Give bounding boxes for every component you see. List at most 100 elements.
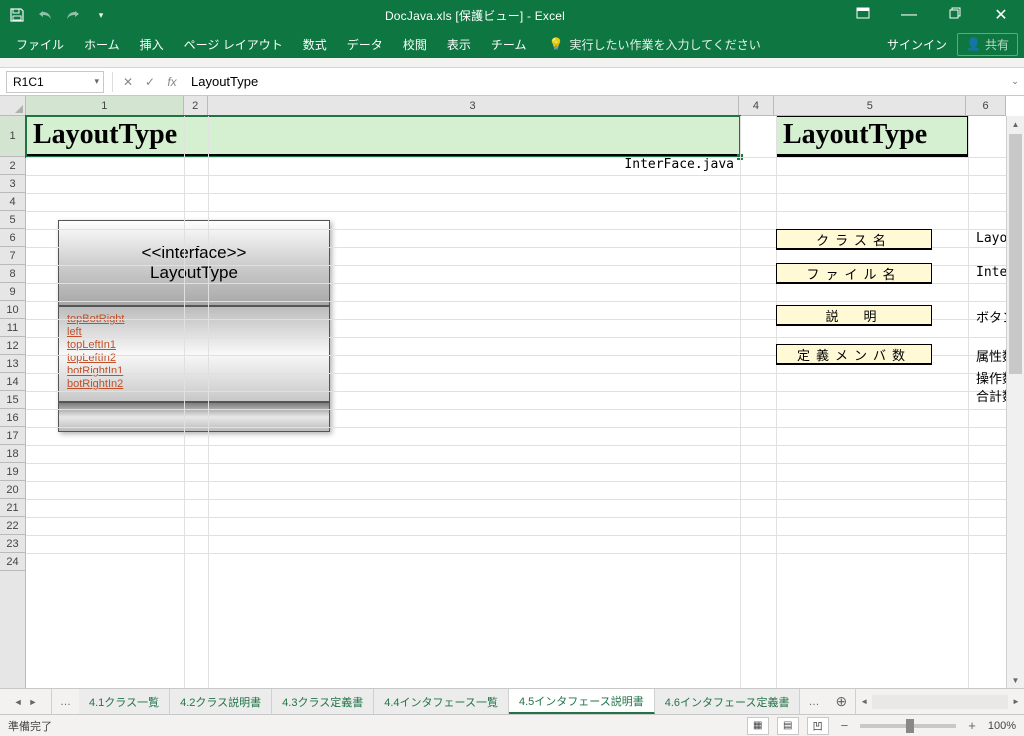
tell-me-search[interactable]: 💡 実行したい作業を入力してください bbox=[548, 36, 760, 53]
row-header[interactable]: 7 bbox=[0, 247, 25, 265]
zoom-slider[interactable] bbox=[860, 724, 956, 728]
formula-input[interactable] bbox=[183, 71, 1006, 93]
row-header[interactable]: 13 bbox=[0, 355, 25, 373]
row-header[interactable]: 5 bbox=[0, 211, 25, 229]
save-icon[interactable] bbox=[8, 6, 26, 24]
horizontal-scrollbar[interactable]: ◄ ► bbox=[855, 689, 1024, 714]
normal-view-button[interactable]: ▦ bbox=[747, 717, 769, 735]
row-header[interactable]: 19 bbox=[0, 463, 25, 481]
qat-customize-icon[interactable]: ▾ bbox=[92, 6, 110, 24]
sheet-tab[interactable]: 4.2クラス説明書 bbox=[170, 689, 272, 714]
label-box[interactable]: クラス名 bbox=[776, 229, 932, 250]
column-header[interactable]: 3 bbox=[208, 96, 739, 115]
label-box[interactable]: ファイル名 bbox=[776, 263, 932, 284]
redo-icon[interactable] bbox=[64, 6, 82, 24]
sheet-nav-prev-icon[interactable]: ◄ bbox=[14, 697, 23, 707]
sheet-nav-next-icon[interactable]: ► bbox=[29, 697, 38, 707]
ribbon-tab-view[interactable]: 表示 bbox=[437, 30, 481, 58]
sheet-tab-overflow-right[interactable]: … bbox=[800, 689, 827, 714]
row-header[interactable]: 23 bbox=[0, 535, 25, 553]
ribbon-tab-pagelayout[interactable]: ページ レイアウト bbox=[174, 30, 293, 58]
row-header[interactable]: 22 bbox=[0, 517, 25, 535]
cells-area[interactable]: LayoutType LayoutType InterFace.java <<i… bbox=[26, 116, 1006, 688]
label-box[interactable]: 定義メンバ数 bbox=[776, 344, 932, 365]
column-header[interactable]: 6 bbox=[966, 96, 1006, 115]
name-box[interactable]: R1C1 bbox=[6, 71, 104, 93]
scroll-right-arrow-icon[interactable]: ► bbox=[1008, 697, 1024, 706]
ribbon-tab-insert[interactable]: 挿入 bbox=[130, 30, 174, 58]
share-icon: 👤 bbox=[966, 37, 981, 51]
zoom-out-button[interactable]: − bbox=[837, 718, 853, 733]
scroll-down-arrow-icon[interactable]: ▼ bbox=[1007, 672, 1024, 688]
row-header[interactable]: 15 bbox=[0, 391, 25, 409]
row-header[interactable]: 4 bbox=[0, 193, 25, 211]
undo-icon[interactable] bbox=[36, 6, 54, 24]
cancel-formula-button[interactable]: ✕ bbox=[117, 71, 139, 93]
column-header[interactable]: 1 bbox=[26, 96, 184, 115]
page-break-view-button[interactable]: 凹 bbox=[807, 717, 829, 735]
row-header[interactable]: 2 bbox=[0, 157, 25, 175]
row-header[interactable]: 11 bbox=[0, 319, 25, 337]
enter-formula-button[interactable]: ✓ bbox=[139, 71, 161, 93]
uml-attribute-link[interactable]: topLeftIn2 bbox=[67, 352, 321, 364]
sheet-tab[interactable]: 4.6インタフェース定義書 bbox=[655, 689, 801, 714]
label-box[interactable]: 説 明 bbox=[776, 305, 932, 326]
zoom-thumb[interactable] bbox=[906, 719, 914, 733]
scroll-up-arrow-icon[interactable]: ▲ bbox=[1007, 116, 1024, 132]
worksheet-grid[interactable]: 123456 123456789101112131415161718192021… bbox=[0, 96, 1024, 688]
uml-attribute-link[interactable]: botRightIn1 bbox=[67, 365, 321, 377]
row-header[interactable]: 10 bbox=[0, 301, 25, 319]
scroll-left-arrow-icon[interactable]: ◄ bbox=[856, 697, 872, 706]
cell-filename[interactable]: InterFace.java bbox=[26, 157, 740, 175]
row-header[interactable]: 6 bbox=[0, 229, 25, 247]
cell-title-side[interactable]: LayoutType bbox=[776, 116, 968, 157]
row-header[interactable]: 1 bbox=[0, 116, 25, 157]
row-header[interactable]: 3 bbox=[0, 175, 25, 193]
zoom-in-button[interactable]: + bbox=[964, 718, 980, 733]
sheet-tab[interactable]: 4.3クラス定義書 bbox=[272, 689, 374, 714]
ribbon-tab-home[interactable]: ホーム bbox=[74, 30, 130, 58]
uml-classname: LayoutType bbox=[150, 263, 238, 283]
row-header[interactable]: 20 bbox=[0, 481, 25, 499]
sheet-tab[interactable]: 4.4インタフェース一覧 bbox=[374, 689, 509, 714]
row-header[interactable]: 18 bbox=[0, 445, 25, 463]
ribbon-tab-formulas[interactable]: 数式 bbox=[293, 30, 337, 58]
column-header[interactable]: 2 bbox=[184, 96, 208, 115]
ribbon-tab-data[interactable]: データ bbox=[337, 30, 393, 58]
sheet-tab-bar: ◄ ► … 4.1クラス一覧4.2クラス説明書4.3クラス定義書4.4インタフェ… bbox=[0, 688, 1024, 714]
uml-attribute-link[interactable]: botRightIn2 bbox=[67, 378, 321, 390]
row-header[interactable]: 24 bbox=[0, 553, 25, 571]
ribbon-tab-file[interactable]: ファイル bbox=[6, 30, 74, 58]
scroll-thumb[interactable] bbox=[1009, 134, 1022, 374]
ribbon-display-options-button[interactable] bbox=[840, 0, 886, 30]
column-header[interactable]: 4 bbox=[739, 96, 775, 115]
minimize-button[interactable]: — bbox=[886, 0, 932, 30]
column-header[interactable]: 5 bbox=[774, 96, 966, 115]
vertical-scrollbar[interactable]: ▲ ▼ bbox=[1006, 116, 1024, 688]
uml-diagram-shape[interactable]: <<interface>> LayoutType topBotRightleft… bbox=[58, 220, 330, 432]
row-header[interactable]: 21 bbox=[0, 499, 25, 517]
row-header[interactable]: 8 bbox=[0, 265, 25, 283]
row-header[interactable]: 17 bbox=[0, 427, 25, 445]
ribbon-tab-team[interactable]: チーム bbox=[481, 30, 537, 58]
row-header[interactable]: 12 bbox=[0, 337, 25, 355]
share-button[interactable]: 👤 共有 bbox=[957, 33, 1018, 56]
new-sheet-button[interactable]: ⊕ bbox=[827, 689, 855, 714]
page-layout-view-button[interactable]: ▤ bbox=[777, 717, 799, 735]
insert-function-button[interactable]: fx bbox=[161, 71, 183, 93]
select-all-button[interactable] bbox=[0, 96, 26, 116]
uml-attribute-link[interactable]: topLeftIn1 bbox=[67, 339, 321, 351]
row-header[interactable]: 9 bbox=[0, 283, 25, 301]
expand-formula-bar-button[interactable]: ⌄ bbox=[1006, 76, 1024, 87]
row-header[interactable]: 14 bbox=[0, 373, 25, 391]
sheet-tab[interactable]: 4.1クラス一覧 bbox=[79, 689, 170, 714]
row-header[interactable]: 16 bbox=[0, 409, 25, 427]
ribbon-tab-review[interactable]: 校閲 bbox=[393, 30, 437, 58]
sheet-tab[interactable]: 4.5インタフェース説明書 bbox=[509, 689, 655, 714]
cell-title-main[interactable]: LayoutType bbox=[26, 116, 740, 157]
restore-button[interactable] bbox=[932, 0, 978, 30]
sign-in-link[interactable]: サインイン bbox=[887, 36, 947, 53]
sheet-tab-overflow-left[interactable]: … bbox=[52, 689, 79, 714]
close-button[interactable]: ✕ bbox=[978, 0, 1024, 30]
h-scroll-track[interactable] bbox=[872, 695, 1008, 709]
